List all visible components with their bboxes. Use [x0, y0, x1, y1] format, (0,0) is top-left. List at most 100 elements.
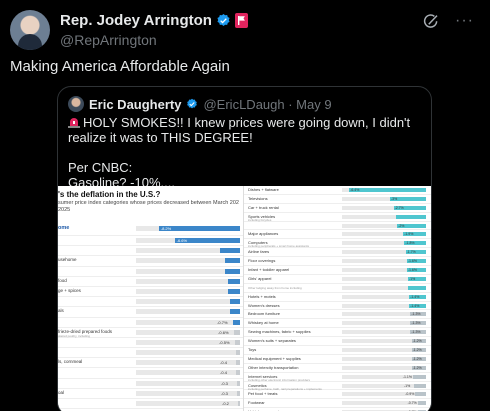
chart-row: ome -8.2% [58, 224, 243, 236]
chart-data-label: -1.3% [411, 312, 421, 317]
chart-bar-track [342, 374, 426, 379]
chart-row: Whiskey at home -1.3% [244, 319, 431, 329]
more-options-icon[interactable]: ··· [455, 12, 474, 30]
chart-row: Women's dresses -1.4% [244, 302, 431, 311]
chart-row-label: food [58, 277, 67, 283]
verified-badge-icon [217, 13, 230, 26]
chart-data-label: -2% [398, 223, 405, 228]
chart-data-label: -0.5% [219, 339, 230, 345]
chart-row: als [58, 307, 243, 318]
chart-bar [233, 319, 240, 325]
siren-emoji-icon [68, 118, 80, 128]
quoted-media[interactable]: 's the deflation in the U.S.? sumer pric… [58, 186, 431, 411]
chart-row: Sports vehicles including bicycles [244, 213, 431, 222]
chart-row: Toys -1.2% [244, 346, 431, 355]
chart-data-label: -1.4% [410, 303, 420, 308]
chart-row [58, 267, 243, 277]
chart-bar-track [136, 226, 240, 231]
chart-image-right[interactable]: Dishes + flatware -6.4% Televisions -3% Car … [244, 186, 431, 411]
chart-row-label: Car + truck rental [248, 204, 279, 210]
chart-row: Floor coverings -1.6% [244, 257, 431, 267]
chart-bar [228, 288, 240, 294]
chart-bar [237, 390, 240, 396]
chart-bar-track [342, 223, 426, 228]
chart-data-label: -1.2% [412, 348, 422, 353]
chart-data-label: -1.8% [405, 241, 415, 246]
chart-row: -2% [244, 222, 431, 231]
quoted-line-1: HOLY SMOKES!! I knew prices were going d… [68, 115, 411, 145]
chart-data-label: -1.7% [406, 250, 416, 255]
chart-row-label: ls, cornmeal [58, 359, 83, 365]
chart-bar-track [136, 350, 240, 356]
chart-bar [408, 285, 426, 290]
chart-row-label: Airline fares [248, 249, 270, 255]
chart-bar [228, 278, 240, 284]
tweet-header: Rep. Jodey Arrington @RepArrington ··· [10, 10, 480, 50]
chart-data-label: -1.6% [407, 259, 417, 264]
chart-row: Other lodging away from home including [244, 284, 431, 293]
chart-row-label: Pet food + treats [248, 391, 278, 397]
chart-data-label: -6.4% [350, 188, 360, 192]
grok-icon[interactable] [422, 13, 440, 31]
chart-data-label: -1.9% [404, 232, 414, 237]
quoted-display-name[interactable]: Eric Daugherty [89, 97, 181, 112]
chart-bar [396, 214, 426, 219]
chart-bar [236, 370, 240, 376]
chart-row [58, 297, 243, 308]
chart-row: -0.7% [58, 318, 243, 328]
chart-bar [415, 392, 426, 397]
chart-row: Girls' apparel -1% [244, 275, 431, 284]
chart-left-rows: ome -8.2% -6.6% usehome food ge + spices als -0… [58, 224, 243, 411]
chart-data-label: -1.2% [412, 356, 422, 361]
chart-bar [417, 401, 426, 406]
quoted-handle-date[interactable]: @EricLDaugh · May 9 [203, 97, 331, 112]
chart-bar [237, 380, 240, 386]
chart-row-label: Sewing machines, fabric + supplies [248, 329, 311, 335]
chart-row: usehome [58, 256, 243, 267]
chart-row: oal -0.3 [58, 389, 243, 399]
chart-row-label: Whiskey at home [248, 320, 279, 326]
chart-data-label: -0.2 [222, 401, 229, 406]
chart-data-label: -1.3% [411, 321, 421, 326]
avatar[interactable] [10, 10, 50, 50]
chart-row: Internet services including other electro… [244, 373, 431, 382]
chart-row-label: Toys [248, 347, 257, 353]
chart-bar [235, 339, 240, 345]
chart-data-label: -1.2% [412, 339, 422, 344]
chart-bar-track [136, 288, 240, 294]
chart-data-label: -0.7% [407, 401, 417, 406]
quoted-tweet-header: Eric Daugherty @EricLDaugh · May 9 [68, 95, 332, 113]
chart-data-label: -1.3% [411, 330, 421, 335]
chart-row-label: usehome [58, 257, 77, 263]
chart-row [58, 348, 243, 359]
chart-bar-track [342, 383, 426, 388]
chart-bar [349, 188, 426, 192]
chart-row: -0.3 [58, 379, 243, 389]
chart-bar-track [342, 232, 426, 237]
quoted-avatar[interactable] [68, 96, 84, 112]
chart-row: Airline fares -1.7% [244, 248, 431, 258]
chart-data-label: -0.4 [220, 370, 227, 376]
chart-bar-track [136, 278, 240, 284]
chart-row: Hotels + motels -1.4% [244, 293, 431, 302]
author-display-name[interactable]: Rep. Jodey Arrington [60, 12, 212, 29]
chart-data-label: -0.4 [220, 360, 227, 366]
chart-bar-track [136, 268, 240, 274]
chart-image-left[interactable]: 's the deflation in the U.S.? sumer pric… [58, 186, 244, 411]
author-handle[interactable]: @RepArrington [60, 32, 157, 48]
quoted-tweet[interactable]: Eric Daugherty @EricLDaugh · May 9 HOLY … [57, 86, 432, 411]
chart-data-label: -1.6% [407, 268, 417, 273]
chart-bar-track [342, 205, 426, 210]
chart-data-label: -0.6% [218, 329, 229, 335]
chart-right-rows: Dishes + flatware -6.4% Televisions -3% Car … [244, 186, 431, 411]
chart-row: Cosmetics including perfume, bath, nail p… [244, 382, 431, 391]
chart-row-label: Girls' apparel [248, 275, 272, 281]
chart-row-label: ge + spices [58, 287, 81, 293]
chart-row: Computers including peripherals + smart h… [244, 239, 431, 248]
chart-row: Car + truck rental -2.7% [244, 204, 431, 213]
chart-bar [414, 383, 426, 388]
chart-bar [225, 258, 240, 264]
chart-row-label: Women's suits + separates [248, 338, 296, 344]
chart-row: Footwear -0.7% [244, 399, 431, 409]
chart-row: Bedroom furniture -1.3% [244, 310, 431, 320]
